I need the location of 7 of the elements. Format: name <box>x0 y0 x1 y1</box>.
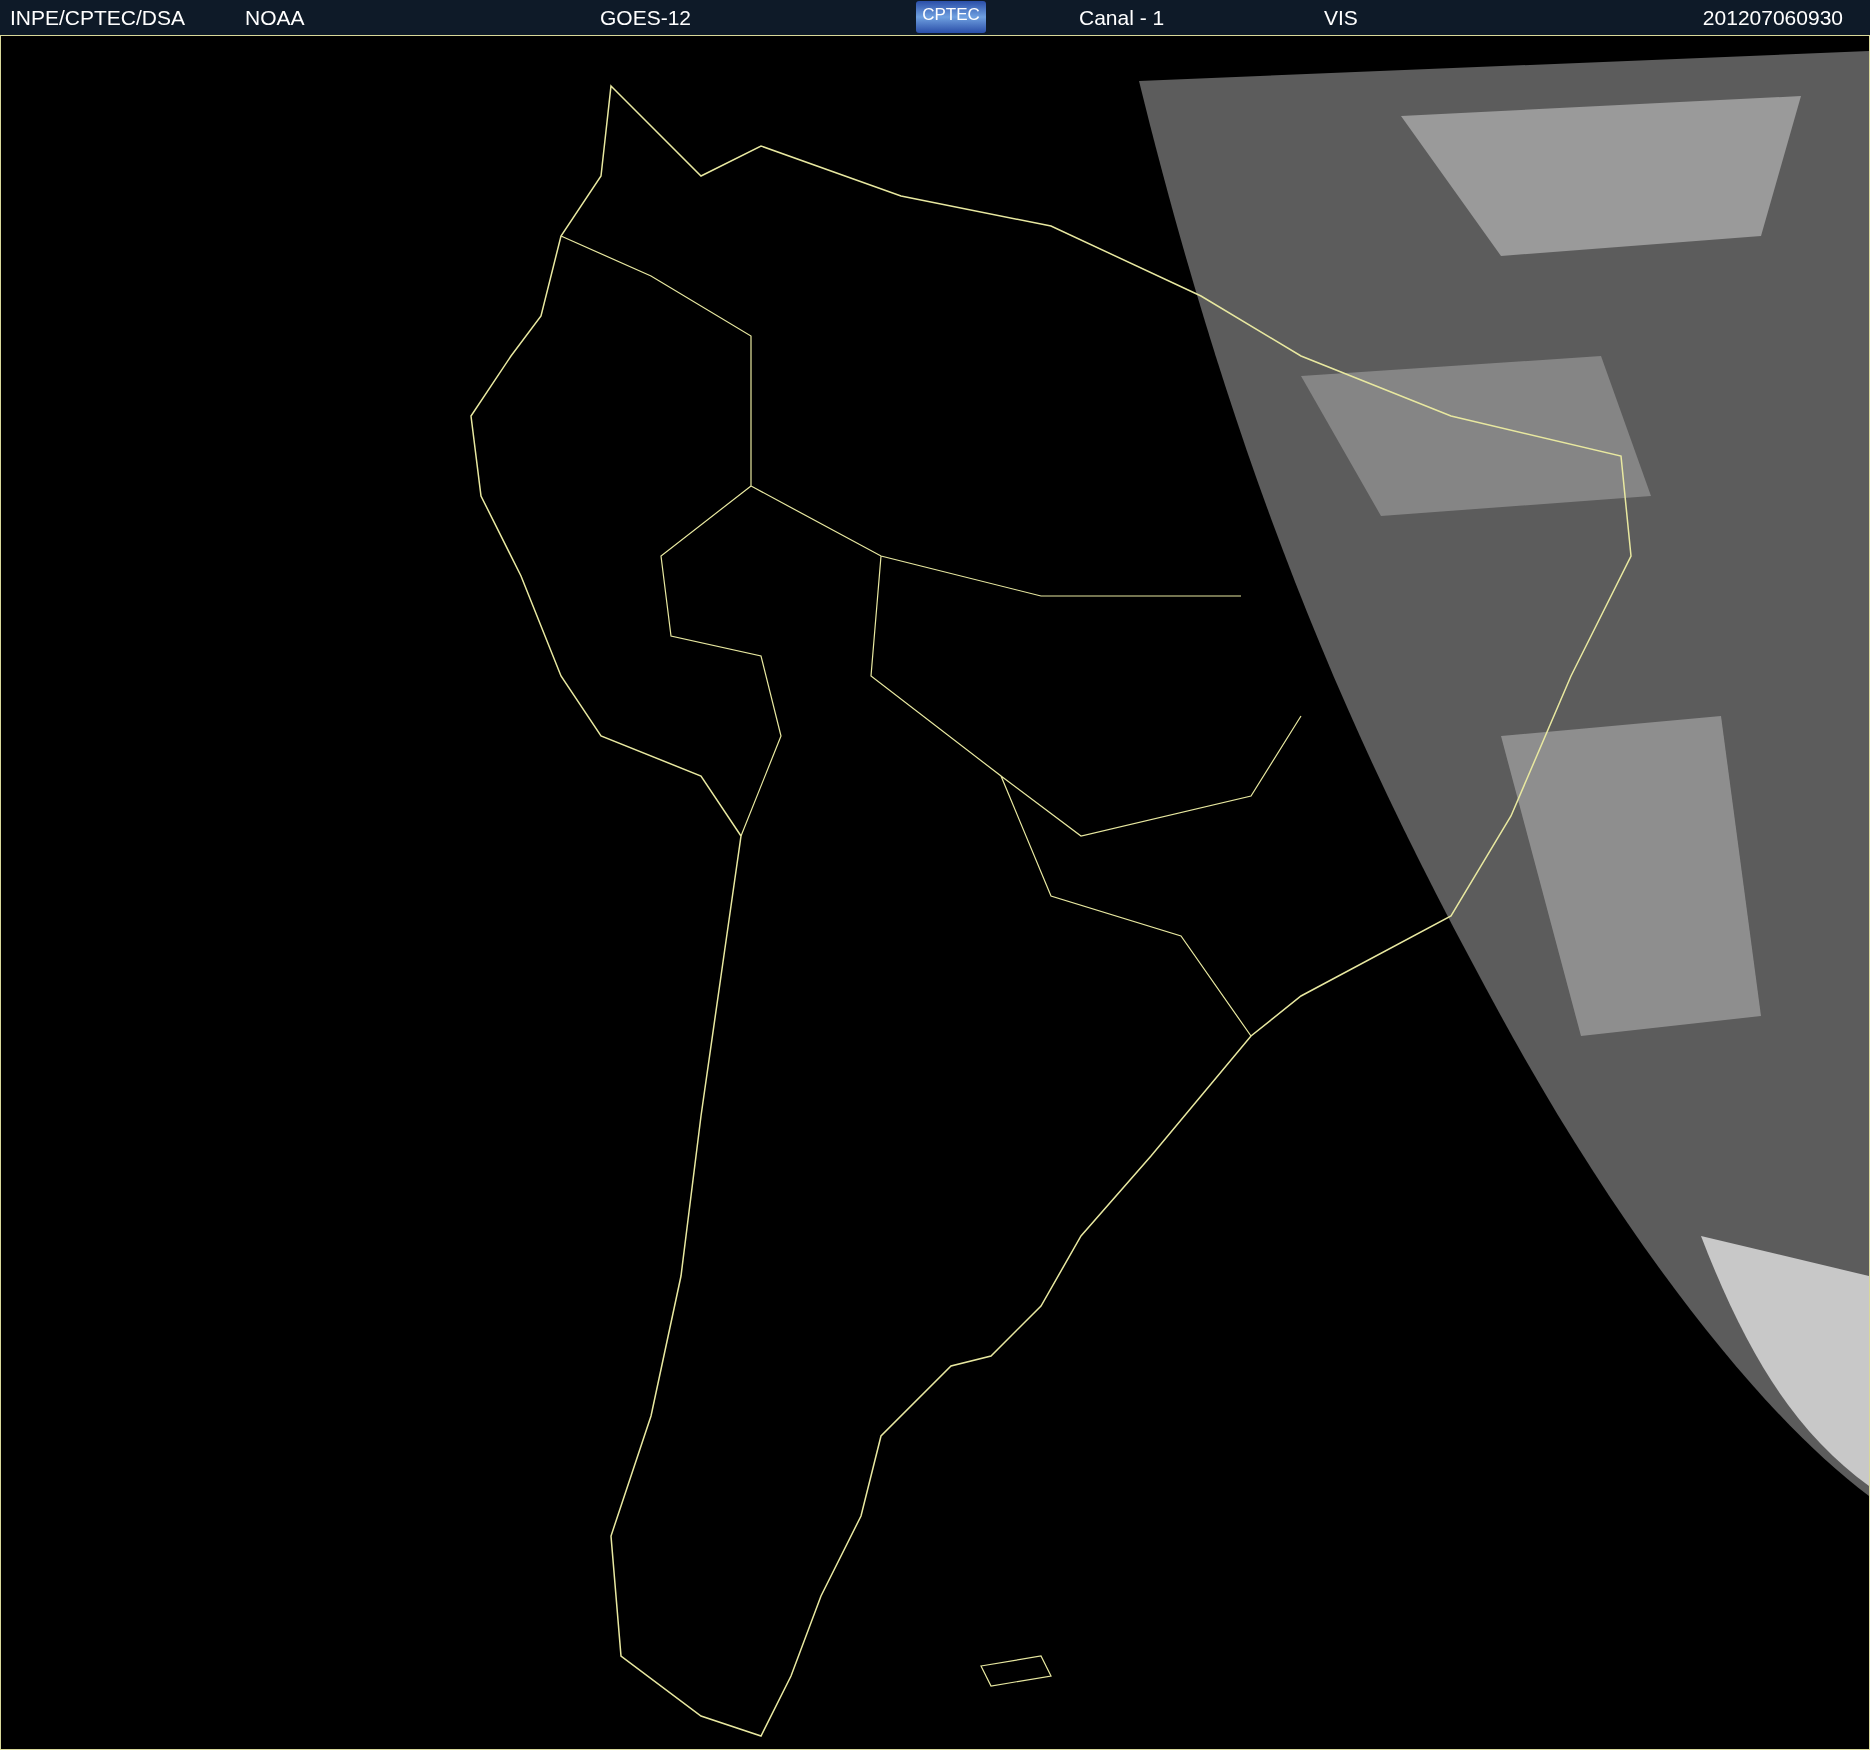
agency-label: NOAA <box>245 5 305 30</box>
channel-label: Canal - 1 <box>1079 5 1165 30</box>
timestamp-label: 201207060930 <box>1702 5 1843 30</box>
band-label: VIS <box>1324 5 1358 30</box>
source-label: INPE/CPTEC/DSA <box>10 5 186 30</box>
logo: CPTEC <box>916 1 986 33</box>
satellite-label: GOES-12 <box>600 5 692 30</box>
